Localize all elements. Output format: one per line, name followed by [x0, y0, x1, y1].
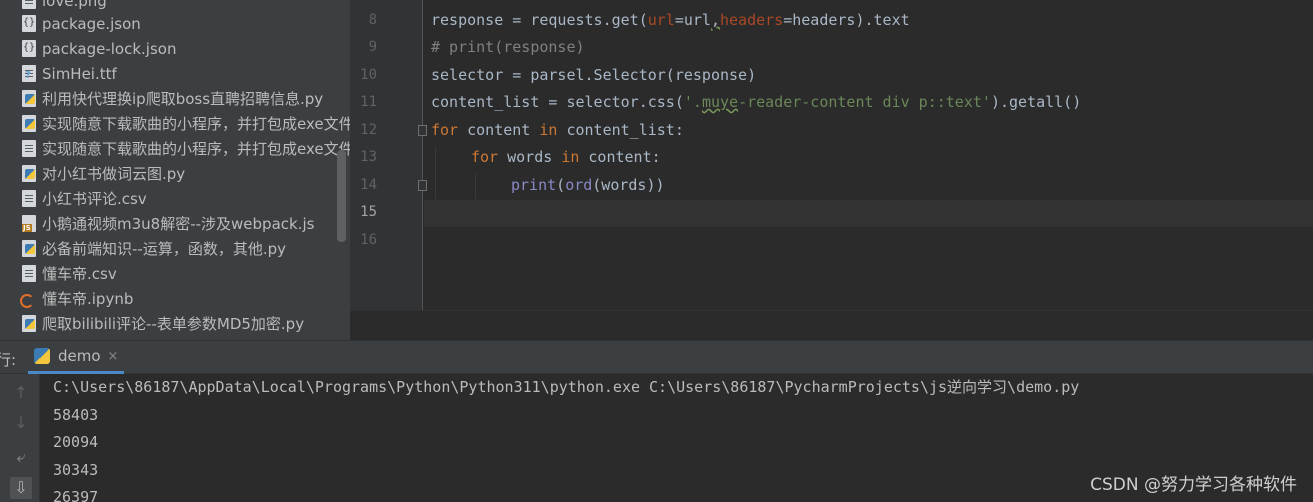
tree-item-label: 利用快代理换ip爬取boss直聘招聘信息.py [42, 90, 324, 108]
tree-item[interactable]: 懂车帝.csv [22, 261, 117, 286]
editor-bottom-area [350, 310, 1313, 340]
code-line: selector = parsel.Selector(response) [431, 66, 757, 84]
line-number: 14 [360, 177, 377, 193]
close-icon[interactable]: × [108, 349, 119, 364]
console-line: 58403 [53, 406, 99, 424]
tree-item-label: 懂车帝.ipynb [42, 290, 134, 308]
python-file-icon [22, 115, 36, 132]
indent-guide [475, 174, 476, 199]
line-number: 8 [368, 12, 377, 28]
tree-item-label: 爬取bilibili评论--表单参数MD5加密.py [42, 315, 305, 333]
tree-item-label: 实现随意下载歌曲的小程序，并打包成exe文件 [42, 115, 350, 133]
tree-item[interactable]: 对小红书做词云图.py [22, 161, 185, 186]
csv-file-icon [22, 190, 36, 207]
console-line: 30343 [53, 461, 99, 479]
tree-item-label: 必备前端知识--运算，函数，其他.py [42, 240, 286, 258]
line-number-current: 15 [360, 204, 377, 220]
tree-item-label: SimHei.ttf [42, 64, 117, 83]
tree-item[interactable]: 实现随意下载歌曲的小程序，并打包成exe文件 [22, 136, 350, 161]
tree-item-label: 小鹅通视频m3u8解密--涉及webpack.js [42, 215, 315, 233]
javascript-file-icon [22, 215, 36, 232]
fold-marker-icon[interactable] [418, 180, 427, 191]
tree-item-label: love.png [42, 0, 107, 10]
tree-item-label: 实现随意下载歌曲的小程序，并打包成exe文件 [42, 140, 350, 158]
console-line: 20094 [53, 433, 99, 451]
tree-item-label: 懂车帝.csv [42, 265, 117, 283]
tree-item[interactable]: 必备前端知识--运算，函数，其他.py [22, 236, 286, 261]
scroll-to-end-icon[interactable]: ⇩ [10, 477, 32, 499]
tree-item[interactable]: 利用快代理换ip爬取boss直聘招聘信息.py [22, 86, 323, 111]
line-number-gutter: 8 9 10 11 12 13 14 15 16 [350, 0, 423, 310]
python-file-icon [22, 90, 36, 107]
csdn-watermark: CSDN @努力学习各种软件 [1090, 475, 1297, 495]
json-file-icon [22, 15, 36, 32]
tree-item[interactable]: 实现随意下载歌曲的小程序，并打包成exe文件 [22, 111, 350, 136]
run-tab-label: demo [58, 347, 101, 365]
tree-item-label: package-lock.json [42, 39, 177, 58]
notebook-file-icon [20, 290, 36, 308]
csv-file-icon [22, 265, 36, 282]
tree-item-label: 小红书评论.csv [42, 190, 147, 208]
text-file-icon [22, 140, 36, 157]
line-number: 16 [360, 232, 377, 248]
arrow-up-icon[interactable]: ↑ [10, 382, 32, 404]
project-tree-panel: love.png package.json package-lock.json … [0, 0, 350, 340]
line-number: 11 [360, 94, 377, 110]
console-line: C:\Users\86187\AppData\Local\Programs\Py… [53, 378, 1080, 396]
run-panel-label: 行: [0, 351, 17, 369]
code-line: # print(response) [431, 38, 585, 56]
image-file-icon [22, 0, 36, 9]
code-line: for words in content: [471, 148, 661, 166]
tree-item[interactable]: 小鹅通视频m3u8解密--涉及webpack.js [22, 211, 314, 236]
python-file-icon [22, 240, 36, 257]
python-icon [34, 348, 50, 364]
tree-item[interactable]: package-lock.json [22, 36, 176, 61]
python-file-icon [22, 165, 36, 182]
tree-item[interactable]: SimHei.ttf [22, 61, 117, 86]
soft-wrap-icon[interactable]: ⤶ [10, 446, 32, 468]
line-number: 12 [360, 122, 377, 138]
tree-scrollbar[interactable] [337, 150, 346, 242]
line-number: 13 [360, 149, 377, 165]
code-line: response = requests.get(url=url,headers=… [431, 11, 910, 29]
tree-item[interactable]: package.json [22, 11, 141, 36]
line-number: 9 [368, 39, 377, 55]
console-line: 26397 [53, 488, 99, 502]
tree-item[interactable]: 懂车帝.ipynb [20, 286, 134, 311]
indent-guide [435, 147, 436, 199]
json-file-icon [22, 40, 36, 57]
arrow-down-icon[interactable]: ↓ [10, 412, 32, 434]
tree-item[interactable]: 爬取bilibili评论--表单参数MD5加密.py [22, 311, 304, 336]
current-line-highlight [424, 200, 1313, 227]
tree-item-label: 对小红书做词云图.py [42, 165, 186, 183]
code-editor[interactable]: 8 9 10 11 12 13 14 15 16 response = requ… [350, 0, 1313, 310]
tree-item[interactable]: 小红书评论.csv [22, 186, 147, 211]
fold-marker-icon[interactable] [418, 125, 427, 136]
python-file-icon [22, 315, 36, 332]
code-line: content_list = selector.css('.muye-reade… [431, 93, 1082, 111]
run-toolbar: ↑ ↓ ⤶ ⇩ [0, 374, 40, 502]
run-tool-window-header: 行: demo × [0, 340, 1313, 374]
run-tab-demo[interactable]: demo × [28, 341, 124, 374]
code-line: for content in content_list: [431, 121, 684, 139]
font-file-icon [22, 65, 36, 82]
tree-item-label: package.json [42, 14, 141, 33]
code-line: print(ord(words)) [511, 176, 665, 194]
line-number: 10 [360, 67, 377, 83]
